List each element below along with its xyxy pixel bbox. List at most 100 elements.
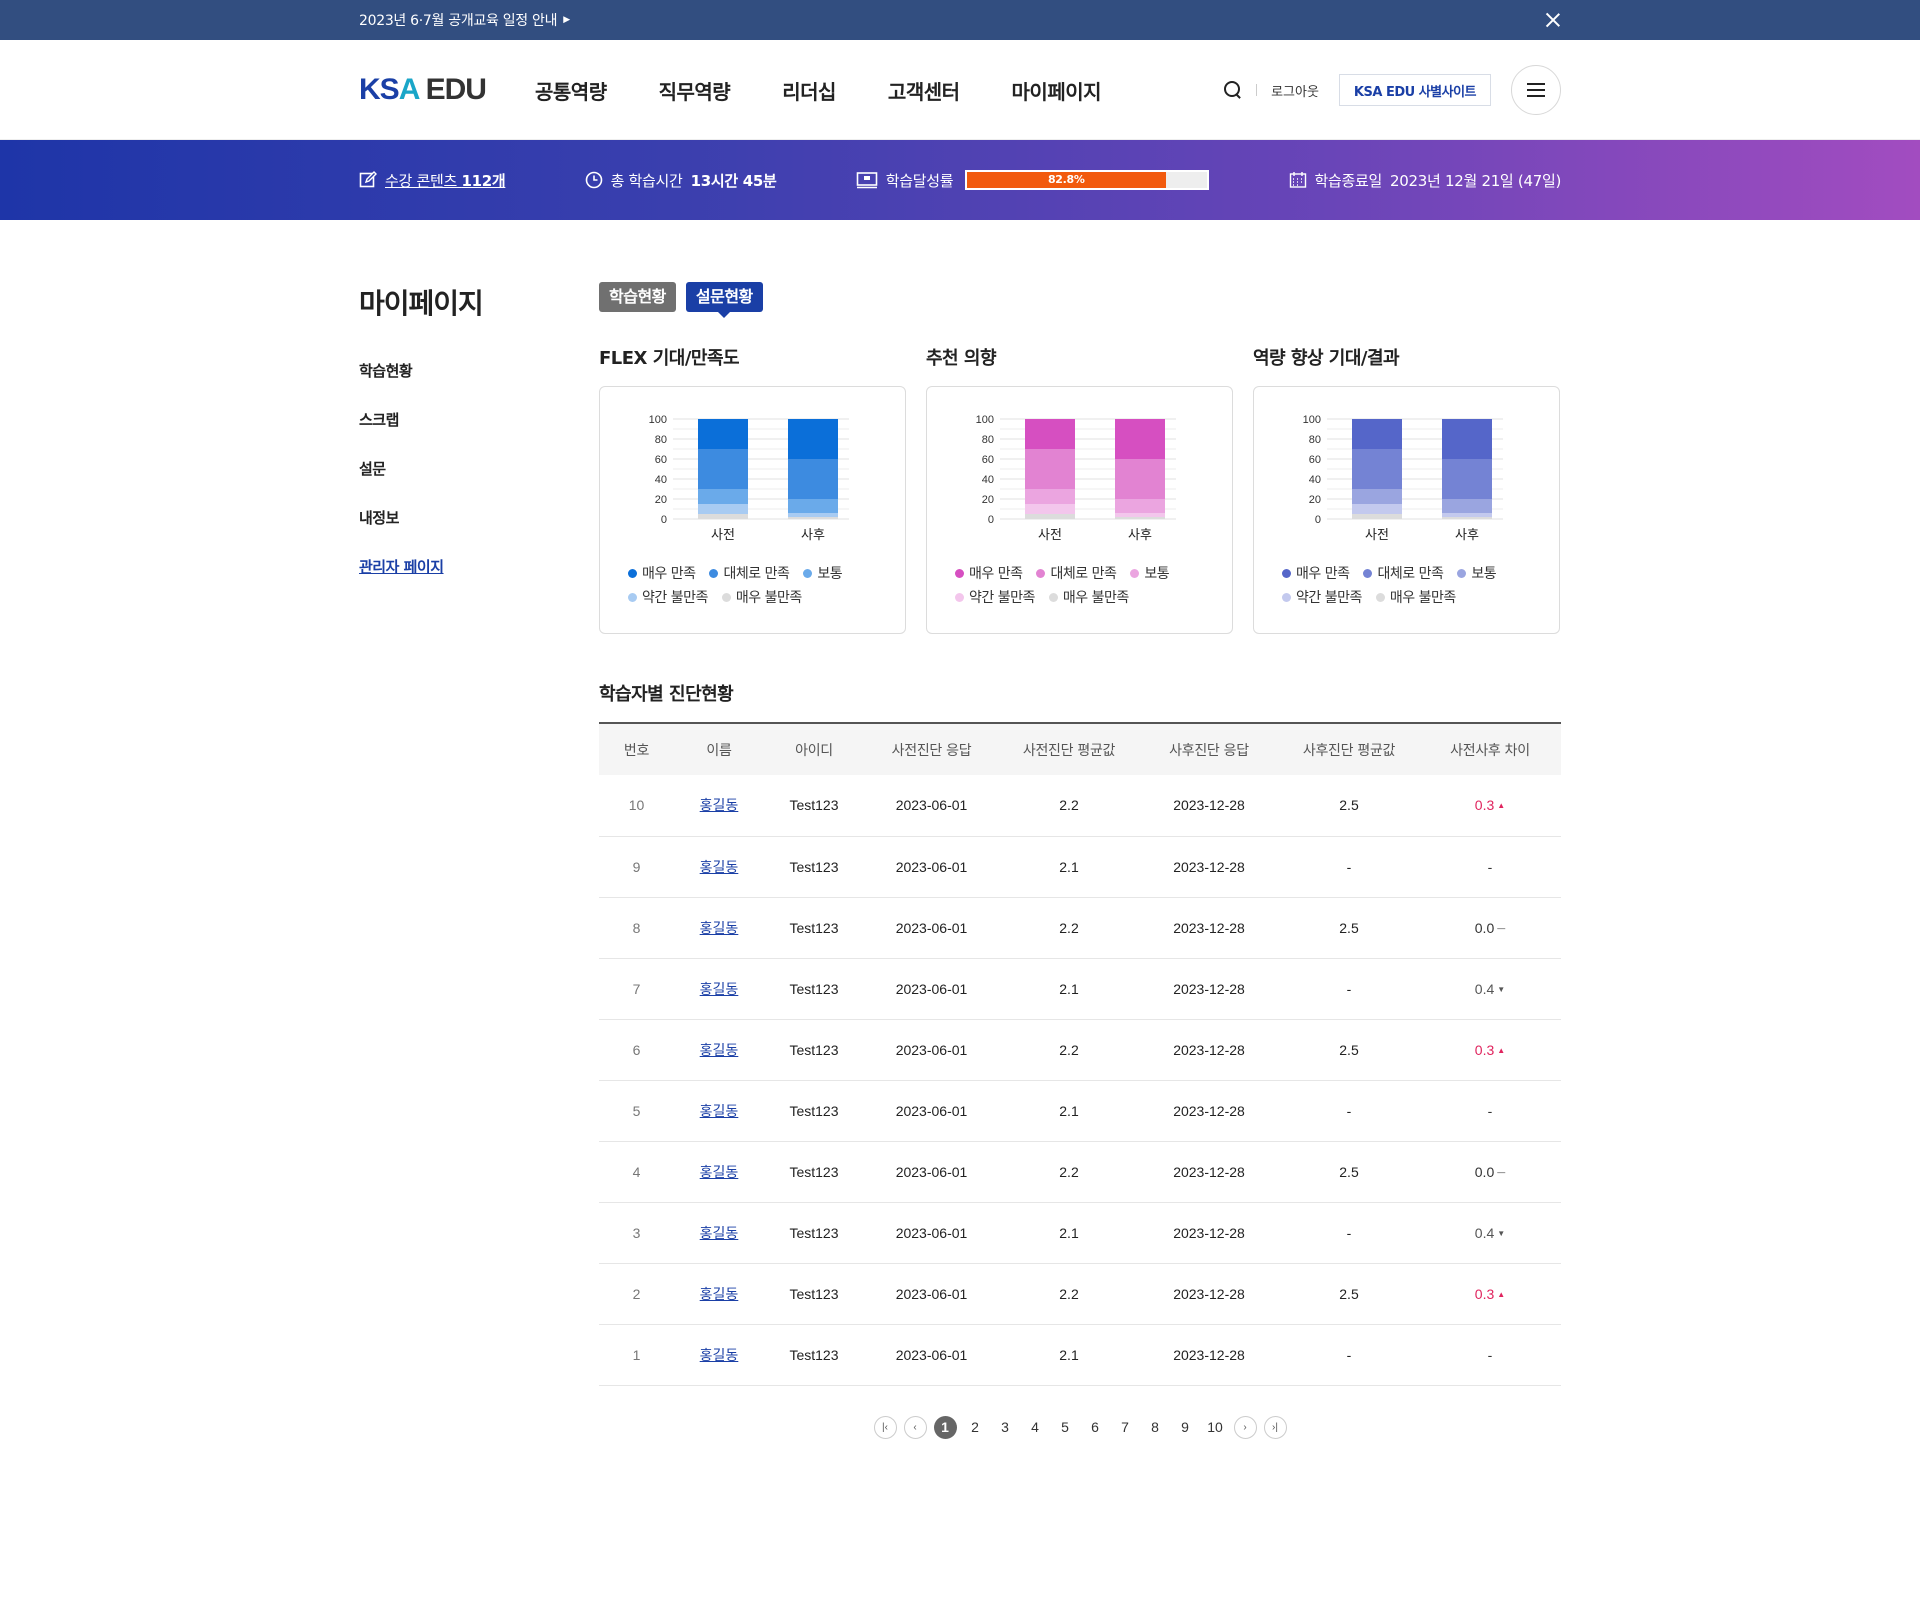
- page-number[interactable]: 1: [933, 1415, 957, 1439]
- last-page-icon[interactable]: ›|: [1263, 1415, 1287, 1439]
- legend-item: 대체로 만족: [1363, 563, 1444, 583]
- sidebar-item-my-info[interactable]: 내정보: [359, 507, 599, 528]
- y-tick-label: 40: [981, 474, 993, 486]
- sidebar-item-learning-status[interactable]: 학습현황: [359, 360, 599, 381]
- main-section: 학습현황 설문현황 FLEX 기대/만족도 0 20 40 60 80 100 사전 사후 매…: [599, 282, 1561, 1439]
- bar-segment: [1351, 449, 1402, 489]
- cell-no: 10: [599, 775, 674, 837]
- page-number[interactable]: 10: [1204, 1416, 1227, 1439]
- page-number[interactable]: 5: [1054, 1416, 1077, 1439]
- cell-no: 2: [599, 1263, 674, 1325]
- first-page-icon[interactable]: |‹: [873, 1415, 897, 1439]
- page-number[interactable]: 3: [994, 1416, 1017, 1439]
- tab-list: 학습현황 설문현황: [599, 282, 1561, 318]
- x-tick-label: 사전: [711, 528, 735, 543]
- sidebar-item-admin[interactable]: 관리자 페이지: [359, 556, 599, 577]
- legend-row: 약간 불만족 매우 불만족: [1282, 587, 1531, 607]
- bar-segment: [1441, 499, 1492, 513]
- sidebar-item-scrap[interactable]: 스크랩: [359, 409, 599, 430]
- sidebar: 마이페이지 학습현황 스크랩 설문 내정보 관리자 페이지: [359, 284, 599, 1439]
- legend-label: 매우 불만족: [1062, 590, 1129, 606]
- learner-name-link[interactable]: 홍길동: [674, 1019, 764, 1081]
- learner-name-link[interactable]: 홍길동: [674, 958, 764, 1020]
- header-utility: 로그아웃 KSA EDU 사별사이트: [1224, 65, 1561, 115]
- cell-post-date: 2023-12-28: [1139, 1324, 1279, 1386]
- chart-row: FLEX 기대/만족도 0 20 40 60 80 100 사전 사후 매우 만족 대체로 만족…: [599, 344, 1561, 634]
- diff-value: -: [1487, 1346, 1493, 1363]
- cell-post-avg: -: [1279, 1202, 1419, 1264]
- notice-link[interactable]: 2023년 6·7월 공개교육 일정 안내 ▶: [359, 10, 570, 30]
- stat-time: 총 학습시간 13시간 45분: [585, 170, 777, 191]
- logo-a: A: [398, 73, 420, 106]
- nav-leadership[interactable]: 리더십: [782, 76, 836, 105]
- divider: [1256, 84, 1258, 96]
- x-tick-label: 사전: [1365, 528, 1389, 543]
- pagination: |‹ ‹ 1 2 3 4 5 6 7 8 9 10 › ›|: [599, 1415, 1561, 1439]
- stat-contents[interactable]: 수강 콘텐츠 112개: [359, 170, 506, 191]
- close-icon[interactable]: [1545, 12, 1561, 28]
- learner-name-link[interactable]: 홍길동: [674, 836, 764, 898]
- cell-post-date: 2023-12-28: [1139, 1263, 1279, 1325]
- legend-item: 매우 만족: [1282, 563, 1350, 583]
- cell-post-date: 2023-12-28: [1139, 1080, 1279, 1142]
- tab-learning-status[interactable]: 학습현황: [599, 282, 676, 312]
- y-tick-label: 100: [975, 414, 993, 426]
- dash-icon: —: [1497, 1167, 1506, 1177]
- legend-item: 매우 불만족: [1375, 587, 1456, 607]
- calendar-icon: [1289, 172, 1306, 188]
- tab-survey-status[interactable]: 설문현황: [685, 282, 763, 318]
- cell-pre-avg: 2.1: [999, 836, 1139, 898]
- col-diff: 사전사후 차이: [1419, 722, 1561, 775]
- bar-segment: [1441, 517, 1492, 519]
- page-content: 마이페이지 학습현황 스크랩 설문 내정보 관리자 페이지 학습현황 설문현황 …: [359, 220, 1561, 1439]
- y-tick-label: 40: [1308, 474, 1320, 486]
- logout-link[interactable]: 로그아웃: [1271, 81, 1319, 100]
- learner-name-link[interactable]: 홍길동: [674, 1324, 764, 1386]
- y-tick-label: 20: [981, 494, 993, 506]
- stat-end-value: 2023년 12월 21일 (47일): [1390, 171, 1561, 190]
- chart-legend: 매우 만족 대체로 만족 보통 약간 불만족 매우 불만족: [927, 563, 1232, 607]
- legend-item: 약간 불만족: [628, 587, 708, 607]
- cell-pre-date: 2023-06-01: [864, 1324, 999, 1386]
- nav-common-competency[interactable]: 공통역량: [535, 76, 607, 105]
- page-number[interactable]: 7: [1114, 1416, 1137, 1439]
- y-tick-label: 20: [1308, 494, 1320, 506]
- legend-swatch: [955, 592, 964, 602]
- nav-customer-center[interactable]: 고객센터: [888, 76, 960, 105]
- logo-edu: EDU: [425, 73, 487, 106]
- learner-name-link[interactable]: 홍길동: [674, 1263, 764, 1325]
- partner-site-button[interactable]: KSA EDU 사별사이트: [1338, 74, 1491, 106]
- cell-post-avg: 2.5: [1279, 1141, 1419, 1203]
- search-icon[interactable]: [1224, 81, 1242, 99]
- bar-segment: [1114, 499, 1165, 513]
- nav-job-competency[interactable]: 직무역량: [659, 76, 731, 105]
- hamburger-menu-icon[interactable]: [1511, 65, 1561, 115]
- stat-time-value: 13시간 45분: [690, 171, 777, 190]
- page-number[interactable]: 2: [964, 1416, 987, 1439]
- cell-post-avg: 2.5: [1279, 1263, 1419, 1325]
- bar-segment: [1024, 419, 1075, 449]
- cell-no: 7: [599, 958, 674, 1020]
- learner-name-link[interactable]: 홍길동: [674, 775, 764, 837]
- cell-pre-date: 2023-06-01: [864, 1019, 999, 1081]
- learner-name-link[interactable]: 홍길동: [674, 1202, 764, 1264]
- page-number[interactable]: 6: [1084, 1416, 1107, 1439]
- prev-page-icon[interactable]: ‹: [903, 1415, 927, 1439]
- next-page-icon[interactable]: ›: [1233, 1415, 1257, 1439]
- nav-mypage[interactable]: 마이페이지: [1012, 76, 1102, 105]
- learner-name-link[interactable]: 홍길동: [674, 1141, 764, 1203]
- monitor-icon: [856, 172, 878, 189]
- page-number[interactable]: 8: [1144, 1416, 1167, 1439]
- table-row: 8 홍길동 Test123 2023-06-01 2.2 2023-12-28 2.5 0.0…: [599, 897, 1561, 959]
- site-logo[interactable]: KSA EDU: [359, 73, 535, 107]
- cell-id: Test123: [764, 1141, 864, 1203]
- learner-name-link[interactable]: 홍길동: [674, 1080, 764, 1142]
- col-name: 이름: [674, 722, 764, 775]
- legend-swatch: [1282, 568, 1291, 578]
- page-number[interactable]: 9: [1174, 1416, 1197, 1439]
- x-tick-label: 사후: [1455, 528, 1479, 543]
- cell-diff: 0.3 ▲: [1419, 1019, 1561, 1081]
- page-number[interactable]: 4: [1024, 1416, 1047, 1439]
- sidebar-item-survey[interactable]: 설문: [359, 458, 599, 479]
- learner-name-link[interactable]: 홍길동: [674, 897, 764, 959]
